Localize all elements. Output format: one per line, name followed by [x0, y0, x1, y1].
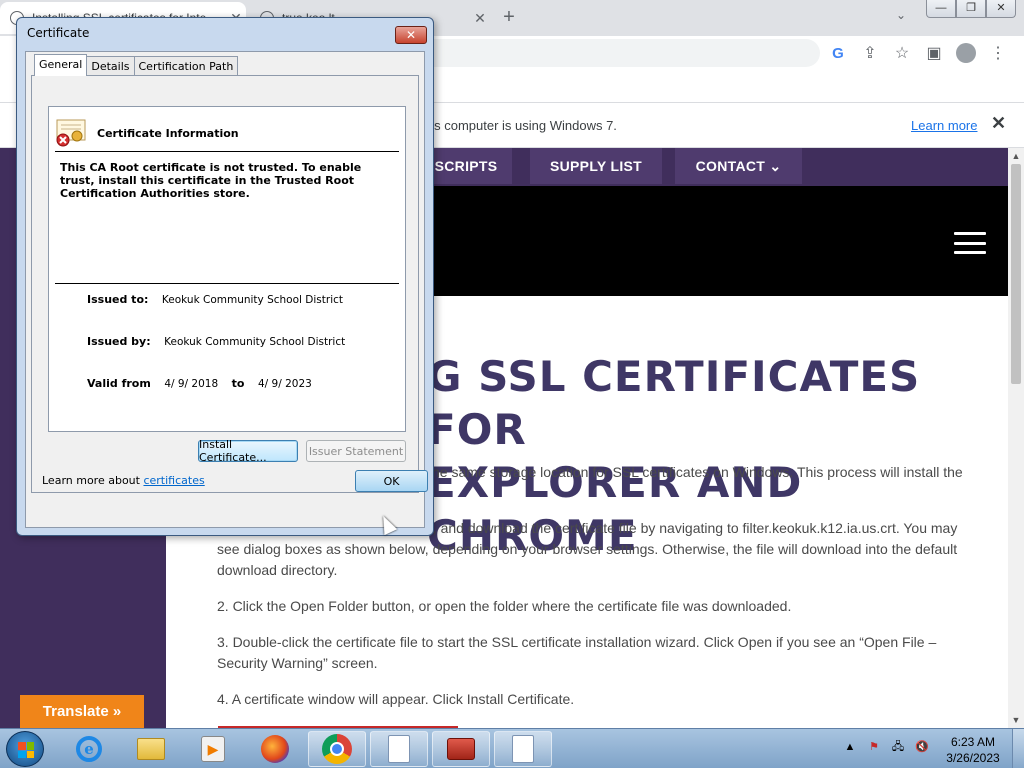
internet-explorer-icon: e [76, 736, 102, 762]
taskbar-document-1[interactable] [370, 731, 428, 767]
intro-text: he same storage location for SSL certifi… [432, 464, 963, 480]
minimize-button[interactable]: — [926, 0, 956, 18]
chrome-icon [322, 734, 352, 764]
issued-to-value: Keokuk Community School District [161, 294, 344, 306]
install-certificate-button[interactable]: Install Certificate... [198, 438, 298, 464]
taskbar-media[interactable]: ▶ [184, 731, 242, 767]
windows-logo-icon [18, 742, 34, 758]
divider [55, 283, 399, 284]
certificate-link[interactable]: filter.keokuk.k12.ia.us.crt [743, 520, 896, 536]
taskbar-firefox[interactable] [246, 731, 304, 767]
profile-icon[interactable] [954, 42, 978, 64]
step-4: 4. A certificate window will appear. Cli… [217, 691, 575, 707]
scroll-thumb[interactable] [1011, 164, 1021, 384]
step-3: 3. Double-click the certificate file to … [217, 634, 937, 671]
taskbar-explorer[interactable] [122, 731, 180, 767]
tab-search-icon[interactable]: ⌄ [896, 8, 906, 22]
learn-more-text: Learn more about certificates [42, 474, 205, 487]
tab-general[interactable]: General [34, 54, 88, 76]
valid-dates-row: Valid from 4/ 9/ 2018 to 4/ 9/ 2023 [87, 377, 312, 390]
issued-by-label: Issued by: [87, 335, 151, 348]
certificate-info-box: Certificate Information This CA Root cer… [48, 106, 406, 432]
maximize-button[interactable]: ❐ [956, 0, 986, 18]
new-tab-button[interactable]: + [498, 6, 520, 28]
document-icon [388, 735, 410, 763]
dialog-title: Certificate [27, 26, 90, 40]
taskbar-document-2[interactable] [494, 731, 552, 767]
divider [55, 151, 399, 152]
system-tray: ▲ ⚑ 🖧 🔇 [842, 739, 930, 755]
show-hidden-icons-icon[interactable]: ▲ [842, 739, 858, 755]
folder-icon [137, 738, 165, 760]
issued-to-label: Issued to: [87, 293, 149, 306]
document-icon [512, 735, 534, 763]
avatar [956, 43, 976, 63]
certificate-info-title: Certificate Information [97, 127, 239, 140]
dialog-tabs: General Details Certification Path [34, 54, 239, 76]
certificate-warning-icon [56, 119, 86, 147]
toolbar-icons: G ⇪ ☆ ▣ ⋮ [826, 42, 1010, 64]
hamburger-menu-icon[interactable] [954, 232, 986, 254]
issued-to-row: Issued to: Keokuk Community School Distr… [87, 293, 343, 306]
taskbar-toolbox[interactable] [432, 731, 490, 767]
firefox-icon [261, 735, 289, 763]
taskbar: e ▶ ▲ ⚑ 🖧 🔇 6:23 AM 3/26/2023 [0, 728, 1024, 768]
tab-close-icon[interactable]: ✕ [470, 10, 490, 27]
sidepanel-icon[interactable]: ▣ [922, 42, 946, 64]
network-icon[interactable]: 🖧 [890, 739, 906, 755]
show-desktop-button[interactable] [1012, 729, 1024, 768]
action-center-flag-icon[interactable]: ⚑ [866, 739, 882, 755]
infobar-close-icon[interactable]: ✕ [991, 113, 1006, 134]
valid-from-label: Valid from [87, 377, 151, 390]
issuer-statement-button: Issuer Statement [306, 440, 406, 462]
issued-by-row: Issued by: Keokuk Community School Distr… [87, 335, 345, 348]
tab-certification-path[interactable]: Certification Path [133, 56, 239, 76]
scroll-down-icon[interactable]: ▼ [1008, 712, 1024, 728]
nav-item-contact[interactable]: CONTACT ⌄ [675, 148, 802, 184]
media-player-icon: ▶ [201, 736, 225, 762]
clock[interactable]: 6:23 AM 3/26/2023 [938, 734, 1008, 766]
window-controls: — ❐ ✕ [926, 0, 1016, 18]
certificates-link[interactable]: certificates [143, 474, 204, 487]
ok-button[interactable]: OK [355, 470, 428, 492]
nav-item-supply-list[interactable]: SUPPLY LIST [530, 148, 662, 184]
issued-by-value: Keokuk Community School District [164, 336, 346, 348]
menu-icon[interactable]: ⋮ [986, 42, 1010, 64]
valid-to-label: to [231, 377, 245, 390]
volume-muted-icon[interactable]: 🔇 [914, 739, 930, 755]
scroll-up-icon[interactable]: ▲ [1008, 148, 1024, 164]
star-icon[interactable]: ☆ [890, 42, 914, 64]
share-icon[interactable]: ⇪ [858, 42, 882, 64]
trust-warning: This CA Root certificate is not trusted.… [60, 161, 362, 200]
tab-details[interactable]: Details [86, 56, 135, 76]
start-button[interactable] [6, 731, 44, 767]
clock-date: 3/26/2023 [946, 751, 1000, 765]
google-icon[interactable]: G [826, 42, 850, 64]
general-panel: Certificate Information This CA Root cer… [31, 75, 419, 493]
dialog-body: General Details Certification Path Certi… [25, 51, 425, 528]
valid-from-value: 4/ 9/ 2018 [164, 378, 219, 390]
infobar-text: his computer is using Windows 7. [424, 118, 617, 133]
taskbar-ie[interactable]: e [60, 731, 118, 767]
learn-more-prefix: Learn more about [42, 474, 140, 487]
step-2: 2. Click the Open Folder button, or open… [217, 598, 792, 614]
certificate-dialog: Certificate ✕ General Details Certificat… [16, 17, 434, 536]
page-scrollbar[interactable]: ▲ ▼ [1008, 148, 1024, 728]
dialog-close-button[interactable]: ✕ [395, 26, 427, 44]
clock-time: 6:23 AM [950, 735, 996, 749]
learn-more-link[interactable]: Learn more [911, 118, 977, 133]
taskbar-chrome[interactable] [308, 731, 366, 767]
valid-to-value: 4/ 9/ 2023 [257, 378, 312, 390]
translate-button[interactable]: Translate » [20, 695, 144, 728]
toolbox-icon [447, 738, 475, 760]
window-close-button[interactable]: ✕ [986, 0, 1016, 18]
